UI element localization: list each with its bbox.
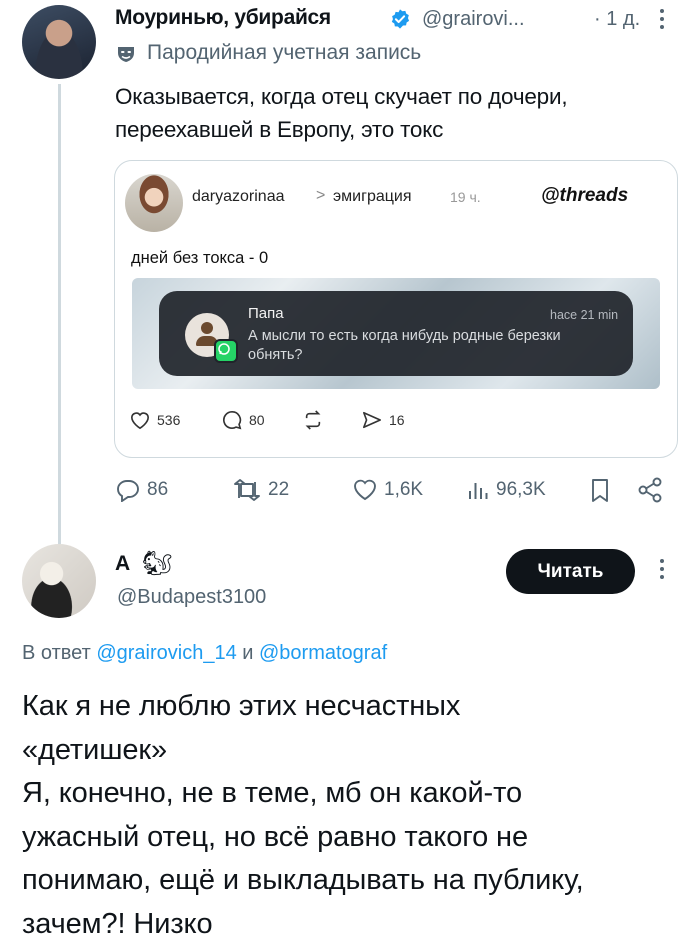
quoted-image-card[interactable]: daryazorinaa > эмиграция 19 ч. @threads … (114, 160, 678, 458)
reply-text-line: ужасный отец, но всё равно такого не (22, 820, 528, 853)
like-button[interactable]: 1,6K (352, 478, 423, 502)
analytics-icon (469, 483, 488, 499)
card-separator: > (316, 187, 326, 204)
notification-time: hace 21 min (550, 308, 619, 322)
thread-line (58, 84, 61, 544)
comment-icon (223, 410, 242, 430)
threads-logo: @threads (541, 185, 629, 206)
repost-icon (305, 410, 321, 430)
read-button[interactable]: Читать (506, 549, 635, 594)
reply-count: 86 (147, 479, 169, 500)
views-count: 96,3K (496, 479, 546, 500)
heart-icon (354, 479, 376, 501)
tweet-text: Оказывается, когда отец скучает по дочер… (115, 80, 685, 146)
reply-text-line: зачем?! Низко (22, 907, 213, 940)
reply-text-line: понимаю, ещё и выкладывать на публику, (22, 864, 584, 896)
heart-icon (130, 412, 150, 430)
reply-button[interactable]: 86 (115, 478, 168, 502)
reply-text-line: Как я не люблю этих несчастных (22, 690, 461, 722)
views-button[interactable]: 96,3K (466, 478, 546, 502)
card-repost (301, 410, 325, 430)
card-shares: 16 (361, 410, 405, 430)
more-options-icon[interactable] (656, 6, 668, 32)
parody-mask-icon (118, 47, 134, 62)
reply-icon (117, 480, 139, 502)
card-username: daryazorinaa (192, 188, 285, 205)
retweet-icon (234, 479, 260, 501)
reply-author-avatar[interactable] (22, 544, 96, 618)
author-avatar[interactable] (22, 5, 96, 79)
reply-text: Как я не люблю этих несчастных «детишек»… (22, 685, 687, 946)
author-name[interactable]: Моуринью, убирайся (115, 6, 331, 30)
mention-link[interactable]: @bormatograf (259, 642, 387, 664)
share-icon[interactable] (636, 477, 664, 503)
verified-badge-icon (391, 9, 410, 29)
card-stats: 536 80 16 (129, 410, 429, 434)
notification-banner: Папа hace 21 min А мысли то есть когда н… (159, 291, 633, 376)
like-count: 1,6K (384, 479, 424, 500)
tweet-text-line: Оказывается, когда отец скучает по дочер… (115, 84, 568, 109)
tweet-text-line: переехавшей в Европу, это токс (115, 117, 444, 142)
more-options-icon[interactable] (656, 556, 668, 582)
card-time: 19 ч. (450, 189, 481, 205)
reply-text-line: «детишек» (22, 733, 168, 766)
bookmark-icon[interactable] (589, 478, 611, 504)
card-comments: 80 (221, 410, 265, 430)
whatsapp-icon (214, 339, 238, 363)
reply-author-name[interactable]: А (115, 552, 130, 576)
card-likes: 536 (129, 410, 180, 430)
replying-to: В ответ @grairovich_14 и @bormatograf (22, 642, 388, 664)
retweet-count: 22 (268, 479, 290, 500)
retweet-button[interactable]: 22 (232, 478, 289, 502)
send-icon (363, 411, 381, 429)
squirrel-emoji-icon: 🐿 (142, 550, 173, 577)
parody-label: Пародийная учетная запись (147, 41, 422, 64)
card-avatar (125, 174, 183, 232)
reply-text-line: Я, конечно, не в теме, мб он какой-то (22, 777, 522, 809)
notification-message: А мысли то есть когда нибудь родные бере… (248, 328, 561, 363)
notification-screenshot: Папа hace 21 min А мысли то есть когда н… (132, 278, 660, 389)
author-handle[interactable]: @grairovi... (422, 8, 525, 31)
notification-sender: Папа (248, 305, 284, 322)
tweet-time[interactable]: · 1 д. (594, 8, 640, 31)
card-topic: эмиграция (333, 188, 412, 205)
card-text: дней без токса - 0 (131, 249, 269, 267)
reply-author-handle[interactable]: @Budapest3100 (117, 586, 266, 609)
mention-link[interactable]: @grairovich_14 (96, 642, 236, 664)
threads-at-icon: @ (541, 185, 560, 206)
